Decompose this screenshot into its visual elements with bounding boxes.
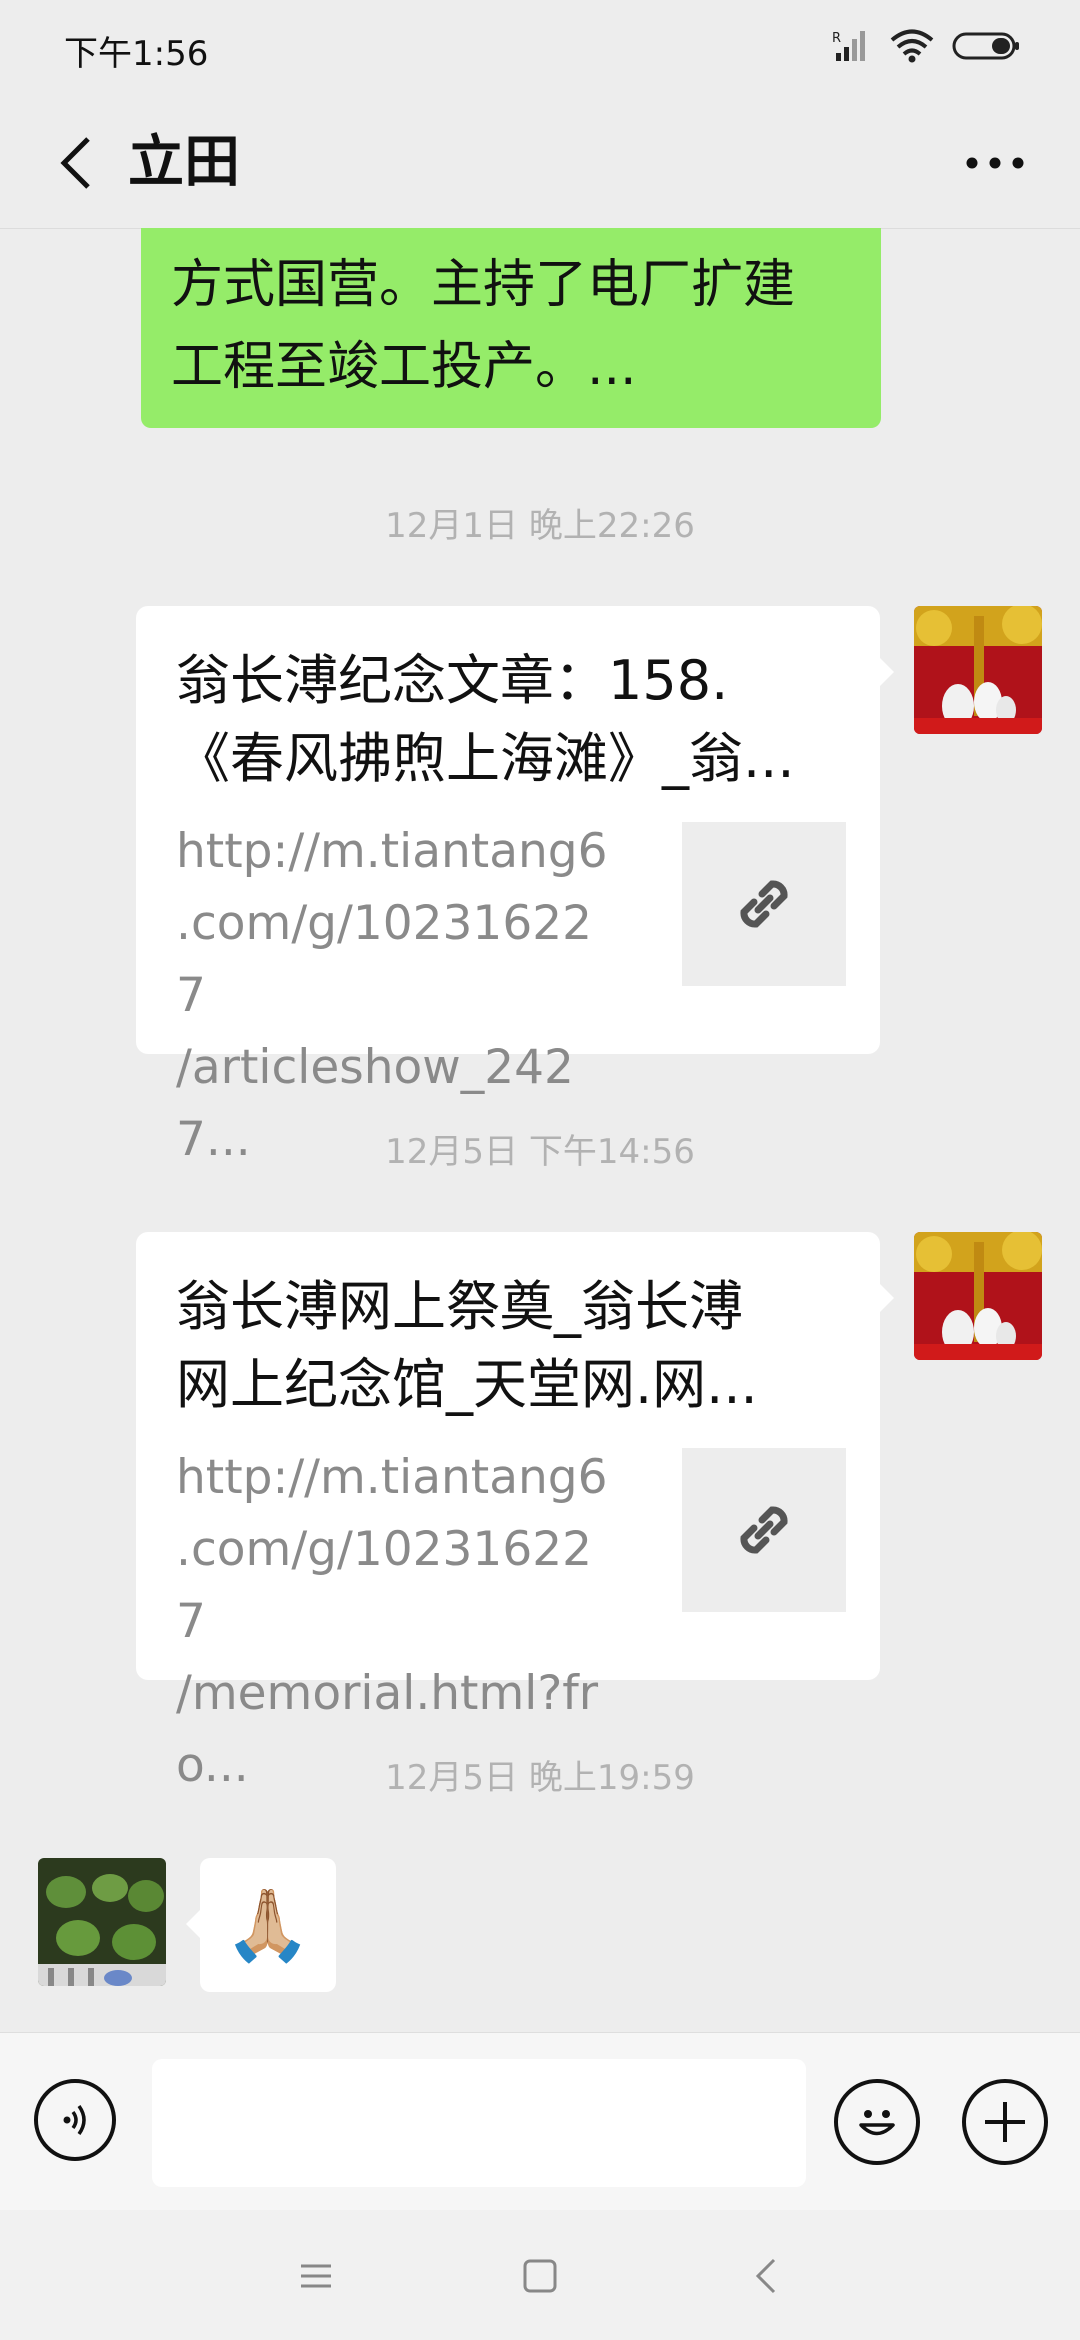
message-timestamp: 12月5日 晚上19:59	[385, 1758, 695, 1798]
bubble-text-line: 工程至竣工投产。...	[171, 337, 637, 397]
chat-input-bar	[0, 2032, 1080, 2211]
voice-icon	[63, 2104, 86, 2136]
signal-icon: R	[832, 29, 872, 67]
svg-text:R: R	[832, 31, 841, 46]
link-icon	[740, 1506, 788, 1554]
emoji-button[interactable]	[834, 2079, 920, 2165]
link-card-url: http://m.tiantang6 .com/g/102316227 /mem…	[176, 1450, 608, 1793]
self-avatar[interactable]	[914, 1232, 1042, 1360]
link-icon	[740, 880, 788, 928]
message-input[interactable]	[152, 2059, 806, 2187]
sent-text-bubble[interactable]: 方式国营。主持了电厂扩建 工程至竣工投产。...	[141, 228, 881, 428]
system-navigation-bar	[0, 2210, 1080, 2340]
pray-emoji: 🙏🏼	[224, 1883, 312, 1966]
more-button[interactable]	[950, 118, 1040, 208]
chat-header: 立田	[0, 96, 1080, 229]
link-card-title: 翁长溥纪念文章：158. 《春风拂煦上海滩》_翁...	[176, 649, 795, 790]
back-button[interactable]	[36, 118, 116, 208]
home-nav-button[interactable]	[510, 2246, 570, 2306]
received-emoji-bubble[interactable]: 🙏🏼	[186, 1858, 336, 1992]
status-bar: 下午1:56 R	[0, 0, 1080, 96]
square-home-icon	[523, 2259, 557, 2293]
wifi-icon	[890, 29, 934, 67]
more-dots-icon	[966, 157, 1024, 169]
menu-nav-button[interactable]	[286, 2246, 346, 2306]
battery-icon	[952, 29, 1022, 67]
message-timestamp: 12月1日 晚上22:26	[385, 506, 695, 546]
back-nav-button[interactable]	[736, 2246, 796, 2306]
link-card-url: http://m.tiantang6 .com/g/102316227 /art…	[176, 824, 608, 1167]
chevron-left-icon	[755, 2258, 776, 2294]
link-card-message[interactable]: 翁长溥网上祭奠_翁长溥 网上纪念馆_天堂网.网... http://m.tian…	[136, 1232, 894, 1793]
menu-icon	[301, 2264, 331, 2288]
link-thumbnail	[682, 822, 846, 986]
chevron-left-icon	[60, 137, 90, 189]
link-card-message[interactable]: 翁长溥纪念文章：158. 《春风拂煦上海滩》_翁... http://m.tia…	[136, 606, 894, 1167]
status-icons: R	[832, 28, 1022, 68]
link-thumbnail	[682, 1448, 846, 1612]
plus-button[interactable]	[962, 2079, 1048, 2165]
message-timestamp: 12月5日 下午14:56	[385, 1132, 695, 1172]
contact-avatar[interactable]	[38, 1858, 166, 1986]
smiley-icon	[859, 2110, 895, 2136]
status-time: 下午1:56	[64, 34, 209, 74]
self-avatar[interactable]	[914, 606, 1042, 734]
voice-button[interactable]	[34, 2079, 116, 2161]
plus-icon	[985, 2102, 1025, 2142]
link-card-title: 翁长溥网上祭奠_翁长溥 网上纪念馆_天堂网.网...	[176, 1275, 758, 1416]
chat-title: 立田	[128, 130, 240, 195]
bubble-text-line: 方式国营。主持了电厂扩建	[171, 255, 796, 315]
